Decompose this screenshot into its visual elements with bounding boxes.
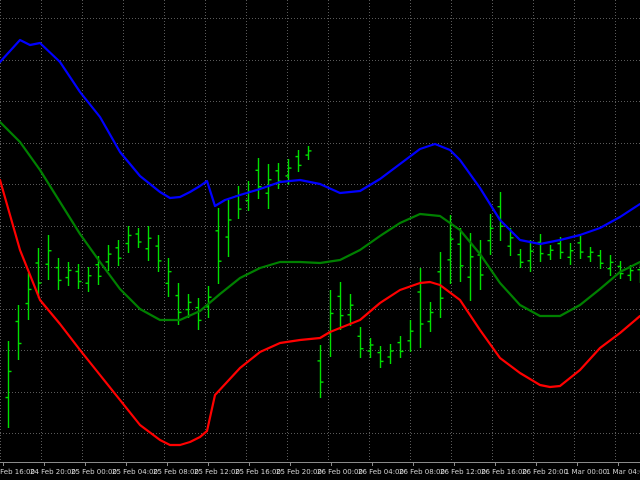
x-tick-label: 26 Feb 20:00 xyxy=(522,468,568,476)
chart-background xyxy=(0,0,640,480)
x-tick-label: 25 Feb 16:00 xyxy=(235,468,281,476)
x-tick-label: 1 Mar 04:00 xyxy=(606,468,640,476)
x-tick-label: 25 Feb 08:00 xyxy=(153,468,199,476)
x-tick-label: 25 Feb 20:00 xyxy=(276,468,322,476)
x-tick-label: 1 Mar 00:00 xyxy=(565,468,607,476)
price-chart: 24 Feb 16:0024 Feb 20:0025 Feb 00:0025 F… xyxy=(0,0,640,480)
x-axis: 24 Feb 16:0024 Feb 20:0025 Feb 00:0025 F… xyxy=(0,462,640,480)
x-tick-label: 25 Feb 00:00 xyxy=(71,468,117,476)
x-tick-label: 25 Feb 04:00 xyxy=(112,468,158,476)
x-tick-label: 26 Feb 16:00 xyxy=(481,468,527,476)
x-tick-label: 26 Feb 12:00 xyxy=(440,468,486,476)
x-tick-label: 26 Feb 08:00 xyxy=(399,468,445,476)
x-tick-label: 25 Feb 12:00 xyxy=(194,468,240,476)
x-tick-label: 26 Feb 00:00 xyxy=(317,468,363,476)
x-tick-label: 26 Feb 04:00 xyxy=(358,468,404,476)
x-tick-label: 24 Feb 20:00 xyxy=(30,468,76,476)
